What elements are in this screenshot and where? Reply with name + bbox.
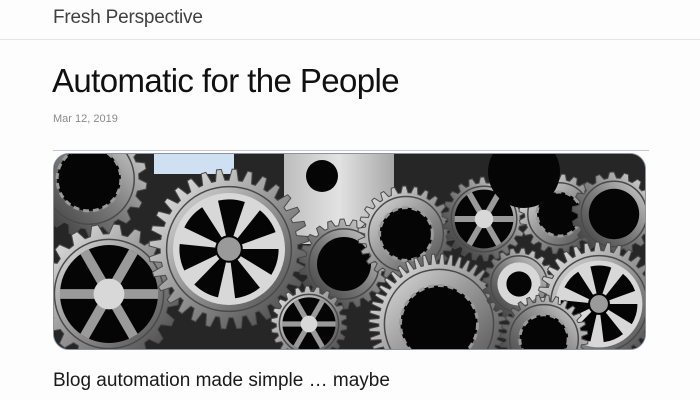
gear-center-4 <box>317 237 371 291</box>
gear-hub-14 <box>300 315 318 333</box>
post-subtitle: Blog automation made simple … maybe <box>53 370 390 391</box>
gear-hub-6 <box>474 209 494 229</box>
gear-hole-3 <box>306 160 338 192</box>
gear-center-11 <box>506 271 532 297</box>
hero-image <box>53 153 646 350</box>
gear-center-8 <box>588 188 640 240</box>
gear-hub-2 <box>215 235 243 263</box>
title-divider <box>53 150 649 151</box>
gear-hub-12 <box>588 293 610 315</box>
site-title-link[interactable]: Fresh Perspective <box>53 7 203 29</box>
post-date: Mar 12, 2019 <box>53 113 118 125</box>
gear-hub-1 <box>93 278 125 310</box>
gears-image <box>54 154 645 349</box>
post-title: Automatic for the People <box>52 62 400 99</box>
site-header: Fresh Perspective <box>0 0 700 40</box>
